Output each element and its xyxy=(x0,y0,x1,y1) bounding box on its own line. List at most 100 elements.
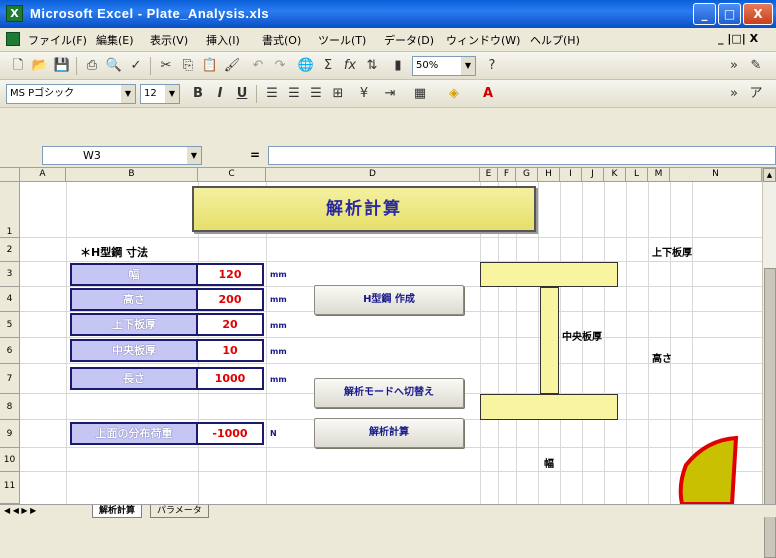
column-header-f[interactable]: F xyxy=(498,168,516,182)
column-header-m[interactable]: M xyxy=(648,168,670,182)
drawing-icon[interactable]: ✎ xyxy=(746,56,766,76)
row-header-1[interactable]: 1 xyxy=(0,182,20,238)
minimize-button[interactable]: _ xyxy=(693,3,716,25)
maximize-button[interactable]: □ xyxy=(718,3,741,25)
cut-icon[interactable]: ✂ xyxy=(156,56,176,76)
autosum-icon[interactable]: Σ xyxy=(318,56,338,76)
function-icon[interactable]: fx xyxy=(340,56,360,76)
row-header-11[interactable]: 11 xyxy=(0,472,20,504)
font-name-select[interactable]: MS Pゴシック ▼ xyxy=(6,84,136,104)
param-value-flange-thickness[interactable]: 20 xyxy=(198,313,264,336)
column-header-h[interactable]: H xyxy=(538,168,560,182)
print-preview-icon[interactable]: 🔍 xyxy=(104,56,124,76)
format-painter-icon[interactable]: 🖌 xyxy=(222,56,242,76)
chart-wizard-icon[interactable]: ▮ xyxy=(388,56,408,76)
align-center-icon[interactable]: ☰ xyxy=(284,84,304,104)
worksheet-grid[interactable]: A B C D E F G H I J K L M N 1 2 3 4 5 6 … xyxy=(0,168,762,504)
italic-button[interactable]: I xyxy=(210,84,230,104)
chevron-down-icon[interactable]: ▼ xyxy=(121,85,135,103)
menu-file[interactable]: ファイル(F) xyxy=(28,32,87,48)
align-right-icon[interactable]: ☰ xyxy=(306,84,326,104)
row-header-6[interactable]: 6 xyxy=(0,338,20,364)
menu-window[interactable]: ウィンドウ(W) xyxy=(446,32,520,48)
align-left-icon[interactable]: ☰ xyxy=(262,84,282,104)
column-header-e[interactable]: E xyxy=(480,168,498,182)
scroll-up-icon[interactable]: ▲ xyxy=(763,168,776,182)
close-button[interactable]: X xyxy=(743,3,773,25)
excel-app-icon[interactable]: X xyxy=(6,5,23,22)
spelling-icon[interactable]: ✓ xyxy=(126,56,146,76)
row-header-5[interactable]: 5 xyxy=(0,312,20,338)
menu-edit[interactable]: 編集(E) xyxy=(96,32,134,48)
save-icon[interactable]: 💾 xyxy=(52,56,72,76)
column-header-n[interactable]: N xyxy=(670,168,762,182)
column-header-c[interactable]: C xyxy=(198,168,266,182)
open-icon[interactable]: 📂 xyxy=(30,56,50,76)
help-icon[interactable]: ? xyxy=(482,56,502,76)
column-header-j[interactable]: J xyxy=(582,168,604,182)
autoshape-drawing[interactable] xyxy=(676,430,756,504)
column-header-g[interactable]: G xyxy=(516,168,538,182)
menu-tools[interactable]: ツール(T) xyxy=(318,32,366,48)
fill-color-icon[interactable]: ◈ xyxy=(444,84,464,104)
undo-icon[interactable]: ↶ xyxy=(248,56,268,76)
underline-button[interactable]: U xyxy=(232,84,252,104)
switch-analysis-mode-button[interactable]: 解析モードへ切替え xyxy=(314,378,464,408)
font-size-select[interactable]: 12 ▼ xyxy=(140,84,180,104)
paste-icon[interactable]: 📋 xyxy=(200,56,220,76)
row-header-4[interactable]: 4 xyxy=(0,287,20,312)
row-header-3[interactable]: 3 xyxy=(0,262,20,287)
load-value[interactable]: -1000 xyxy=(198,422,264,445)
currency-icon[interactable]: ¥ xyxy=(354,84,374,104)
sheet-nav-buttons[interactable]: ◀ ◀ ▶ ▶ xyxy=(4,505,36,517)
vertical-scrollbar[interactable]: ▲ xyxy=(762,168,776,558)
chevron-down-icon[interactable]: ▼ xyxy=(187,147,201,164)
name-box[interactable]: W3 ▼ xyxy=(42,146,202,165)
column-header-b[interactable]: B xyxy=(66,168,198,182)
sheet-tab-parameters[interactable]: パラメータ xyxy=(150,505,209,518)
menu-help[interactable]: ヘルプ(H) xyxy=(530,32,580,48)
workbook-icon[interactable] xyxy=(6,32,20,46)
sort-ascending-icon[interactable]: ⇅ xyxy=(362,56,382,76)
param-value-height[interactable]: 200 xyxy=(198,288,264,311)
zoom-select[interactable]: 50% ▼ xyxy=(412,56,476,76)
column-header-l[interactable]: L xyxy=(626,168,648,182)
column-header-i[interactable]: I xyxy=(560,168,582,182)
select-all-corner[interactable] xyxy=(0,168,20,182)
hyperlink-icon[interactable]: 🌐 xyxy=(296,56,316,76)
row-header-7[interactable]: 7 xyxy=(0,364,20,394)
font-color-icon[interactable]: A xyxy=(478,84,498,104)
menu-data[interactable]: データ(D) xyxy=(384,32,434,48)
row-header-9[interactable]: 9 xyxy=(0,420,20,448)
chevron-down-icon[interactable]: ▼ xyxy=(461,57,475,75)
run-analysis-button[interactable]: 解析計算 xyxy=(314,418,464,448)
menu-view[interactable]: 表示(V) xyxy=(150,32,188,48)
param-value-length[interactable]: 1000 xyxy=(198,367,264,390)
merge-center-icon[interactable]: ⊞ xyxy=(328,84,348,104)
row-header-8[interactable]: 8 xyxy=(0,394,20,420)
column-header-k[interactable]: K xyxy=(604,168,626,182)
borders-icon[interactable]: ▦ xyxy=(410,84,430,104)
toolbar-options-icon[interactable]: » xyxy=(724,56,744,76)
document-window-controls[interactable]: _ |□| X xyxy=(718,32,758,45)
formula-input[interactable] xyxy=(268,146,776,165)
print-icon[interactable]: ⎙ xyxy=(82,56,102,76)
phonetic-icon[interactable]: ア xyxy=(746,84,766,104)
column-header-d[interactable]: D xyxy=(266,168,480,182)
redo-icon[interactable]: ↷ xyxy=(270,56,290,76)
sheet-tab-analysis[interactable]: 解析計算 xyxy=(92,505,143,518)
copy-icon[interactable]: ⎘ xyxy=(178,56,198,76)
menu-insert[interactable]: 挿入(I) xyxy=(206,32,240,48)
menu-format[interactable]: 書式(O) xyxy=(262,32,301,48)
bold-button[interactable]: B xyxy=(188,84,208,104)
create-h-beam-button[interactable]: H型鋼 作成 xyxy=(314,285,464,315)
toolbar-options-icon[interactable]: » xyxy=(724,84,744,104)
row-header-10[interactable]: 10 xyxy=(0,448,20,472)
increase-indent-icon[interactable]: ⇥ xyxy=(380,84,400,104)
chevron-down-icon[interactable]: ▼ xyxy=(165,85,179,103)
param-value-width[interactable]: 120 xyxy=(198,263,264,286)
param-value-web-thickness[interactable]: 10 xyxy=(198,339,264,362)
row-header-2[interactable]: 2 xyxy=(0,238,20,262)
column-header-a[interactable]: A xyxy=(20,168,66,182)
new-icon[interactable]: 🗋 xyxy=(8,56,28,76)
